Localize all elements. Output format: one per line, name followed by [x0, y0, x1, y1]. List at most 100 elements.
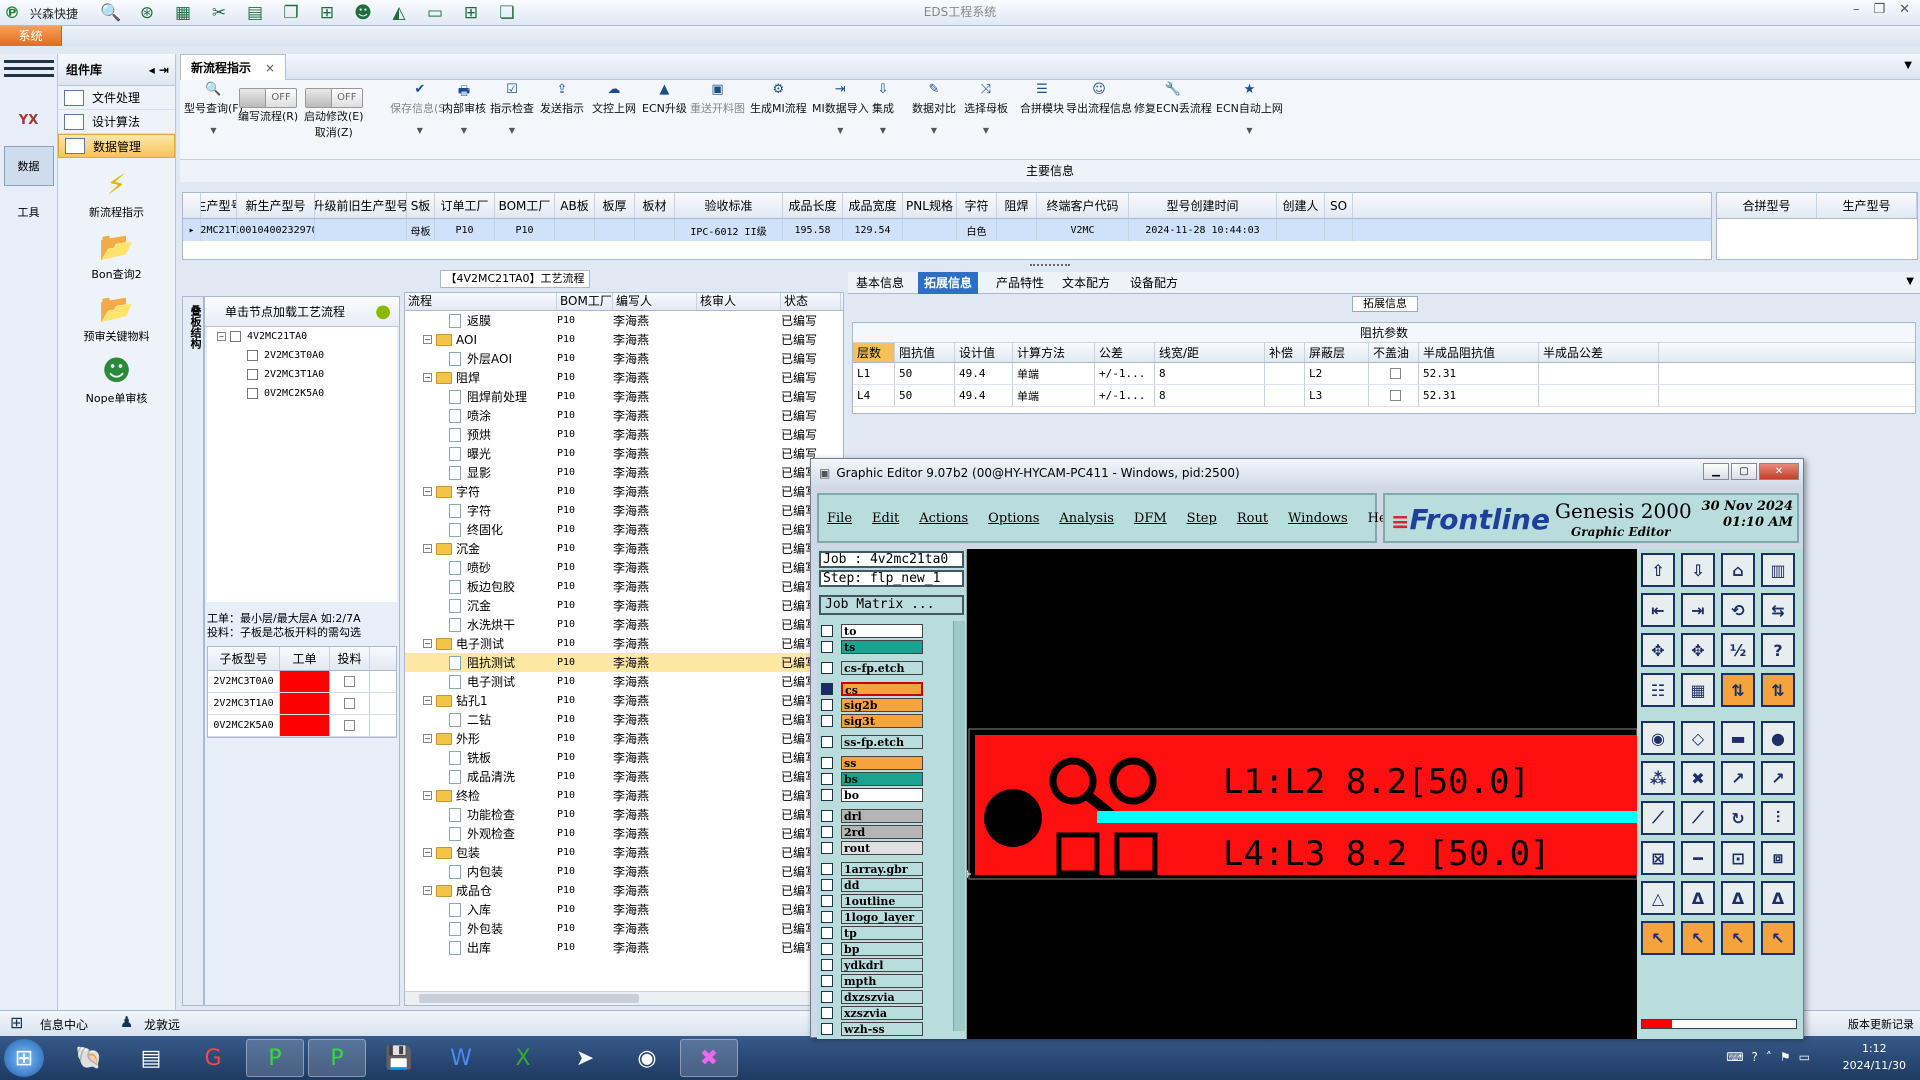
layer-name[interactable]: bs — [841, 772, 923, 786]
toolbar-button-4[interactable]: 🖶 内部审核 ▼ — [442, 82, 486, 135]
sub-bon-query[interactable]: 📂 Bon查询2 — [58, 230, 175, 282]
taskbar-genesis-icon[interactable]: ✖ — [680, 1039, 738, 1077]
feed-cell[interactable] — [330, 671, 370, 692]
layer-row[interactable]: mpth — [821, 973, 966, 989]
layer-checkbox[interactable] — [821, 863, 833, 875]
tool-button-0[interactable]: ⇧ — [1641, 553, 1675, 587]
chevron-down-icon[interactable]: ▼ — [509, 126, 515, 135]
impedance-cell[interactable]: 8 — [1155, 363, 1265, 384]
table-row[interactable]: − 终检 P10 李海燕 已编写 — [405, 786, 843, 805]
table-row[interactable]: 0V2MC2K5A0 — [208, 715, 396, 737]
layer-name[interactable]: mpth — [841, 974, 923, 988]
genesis-menu-dfm[interactable]: DFM — [1134, 511, 1167, 526]
impedance-cell[interactable] — [1265, 385, 1305, 406]
chevron-down-icon[interactable]: ▼ — [461, 126, 467, 135]
tool-button-10[interactable]: ½ — [1721, 633, 1755, 667]
user-icon[interactable]: ☻ — [348, 2, 378, 24]
checkbox[interactable] — [344, 698, 355, 709]
impedance-cell[interactable]: L3 — [1305, 385, 1369, 406]
table-row[interactable]: 内包装 P10 李海燕 已编写 — [405, 862, 843, 881]
table-row[interactable]: 成品清洗 P10 李海燕 已编写 — [405, 767, 843, 786]
tool-button-23[interactable]: ↗ — [1761, 761, 1795, 795]
layer-row[interactable]: ydkdrl — [821, 957, 966, 973]
table-row[interactable]: 电子测试 P10 李海燕 已编写 — [405, 672, 843, 691]
toolbar-button-9[interactable]: ▣ 重送开料图 — [690, 82, 745, 116]
chevron-down-icon[interactable]: ▼ — [1904, 60, 1912, 71]
tool-button-7[interactable]: ⇆ — [1761, 593, 1795, 627]
impedance-cell[interactable]: L4 — [853, 385, 895, 406]
keyboard-icon[interactable]: ⌨ — [1726, 1050, 1743, 1064]
layer-name[interactable]: 2rd — [841, 825, 923, 839]
layer-checkbox[interactable] — [821, 826, 833, 838]
chevron-down-icon[interactable]: ▼ — [931, 126, 937, 135]
layer-checkbox[interactable] — [821, 975, 833, 987]
data-module-icon[interactable]: 数据 — [3, 146, 54, 186]
taskbar-save-icon[interactable]: 💾 — [370, 1039, 428, 1077]
tool-button-14[interactable]: ⇅ — [1721, 673, 1755, 707]
table-row[interactable]: − 电子测试 P10 李海燕 已编写 — [405, 634, 843, 653]
tab-close-icon[interactable]: × — [265, 61, 275, 75]
tool-button-13[interactable]: ▦ — [1681, 673, 1715, 707]
impedance-cell[interactable]: 50 — [895, 363, 955, 384]
layer-name[interactable]: ts — [841, 640, 923, 654]
tool-button-30[interactable]: ⊡ — [1721, 841, 1755, 875]
tab-new-flow[interactable]: 新流程指示 × — [180, 54, 287, 80]
table-row[interactable]: 预烘 P10 李海燕 已编写 — [405, 425, 843, 444]
layer-row[interactable]: to — [821, 623, 966, 639]
grid-cell[interactable]: IPC-6012 II级 — [675, 219, 783, 241]
pages-icon[interactable]: ❏ — [492, 2, 522, 24]
tool-button-20[interactable]: ⁂ — [1641, 761, 1675, 795]
toolbar-button-11[interactable]: ⇥ MI数据导入 ▼ — [812, 82, 869, 135]
layer-row[interactable]: 1logo_layer — [821, 909, 966, 925]
sub-precheck[interactable]: 📂 预审关键物料 — [58, 292, 175, 344]
table-row[interactable]: 字符 P10 李海燕 已编写 — [405, 501, 843, 520]
checkbox[interactable] — [1390, 368, 1401, 379]
layer-checkbox[interactable] — [821, 842, 833, 854]
collapse-icon[interactable]: − — [423, 848, 432, 857]
detail-tab-2[interactable]: 产品特性 — [990, 272, 1050, 294]
layer-checkbox[interactable] — [821, 911, 833, 923]
sub-new-flow[interactable]: ⚡ 新流程指示 — [58, 168, 175, 220]
genesis-menu-windows[interactable]: Windows — [1288, 511, 1348, 526]
toolbar-button-5[interactable]: ☑ 指示检查 ▼ — [490, 82, 534, 135]
genesis-menu-options[interactable]: Options — [988, 511, 1039, 526]
grid-cell[interactable]: 4V2MC21TA0 — [201, 219, 237, 241]
tool-button-27[interactable]: ⫶ — [1761, 801, 1795, 835]
stack-structure-tab[interactable]: 叠板结构 — [182, 296, 204, 1006]
taskbar-notepad-icon[interactable]: ▤ — [122, 1039, 180, 1077]
tray-expand-icon[interactable]: ˄ — [1766, 1050, 1772, 1064]
layer-name[interactable]: ydkdrl — [841, 958, 923, 972]
table-row[interactable]: ▸4V2MC21TA010010400232970母板P10P10IPC-601… — [183, 219, 1711, 241]
collapse-arrows-icon[interactable]: ◂ ⇥ — [149, 63, 169, 77]
table-row[interactable]: 沉金 P10 李海燕 已编写 — [405, 596, 843, 615]
layer-scrollbar[interactable] — [953, 621, 965, 1031]
collapse-icon[interactable]: − — [423, 373, 432, 382]
lifebuoy-icon[interactable]: ⊛ — [132, 2, 162, 24]
tool-button-33[interactable]: Δ — [1681, 881, 1715, 915]
feed-cell[interactable] — [330, 715, 370, 736]
toolbar-button-0[interactable]: 🔍 型号查询(F) ▼ — [184, 82, 243, 135]
sub-nope-review[interactable]: ☻ Nope单审核 — [58, 354, 175, 406]
impedance-cell[interactable]: L1 — [853, 363, 895, 384]
toolbar-button-6[interactable]: ⇪ 发送指示 — [540, 82, 584, 116]
tool-button-31[interactable]: ⧈ — [1761, 841, 1795, 875]
taskbar-excel-icon[interactable]: X — [494, 1039, 552, 1077]
hamburger-icon[interactable] — [4, 54, 54, 84]
table-row[interactable]: − 成品仓 P10 李海燕 已编写 — [405, 881, 843, 900]
tool-button-15[interactable]: ⇅ — [1761, 673, 1795, 707]
layer-checkbox[interactable] — [821, 715, 833, 727]
genesis-menu-rout[interactable]: Rout — [1237, 511, 1268, 526]
layer-row[interactable]: cs-fp.etch — [821, 660, 966, 676]
tool-button-18[interactable]: ▬ — [1721, 721, 1755, 755]
layer-checkbox[interactable] — [821, 959, 833, 971]
windows-icon[interactable]: ⊞ — [456, 2, 486, 24]
table-row[interactable]: 阻抗测试 P10 李海燕 已编写 — [405, 653, 843, 672]
tool-button-4[interactable]: ⇤ — [1641, 593, 1675, 627]
impedance-cell[interactable] — [1369, 363, 1419, 384]
taskbar-shell-icon[interactable]: 🐚 — [60, 1039, 118, 1077]
layer-name[interactable]: to — [841, 624, 923, 638]
copy-icon[interactable]: ❐ — [276, 2, 306, 24]
table-row[interactable]: 曝光 P10 李海燕 已编写 — [405, 444, 843, 463]
taskbar-arrow-icon[interactable]: ➤ — [556, 1039, 614, 1077]
lib-item-data[interactable]: 数据管理 — [58, 134, 175, 158]
